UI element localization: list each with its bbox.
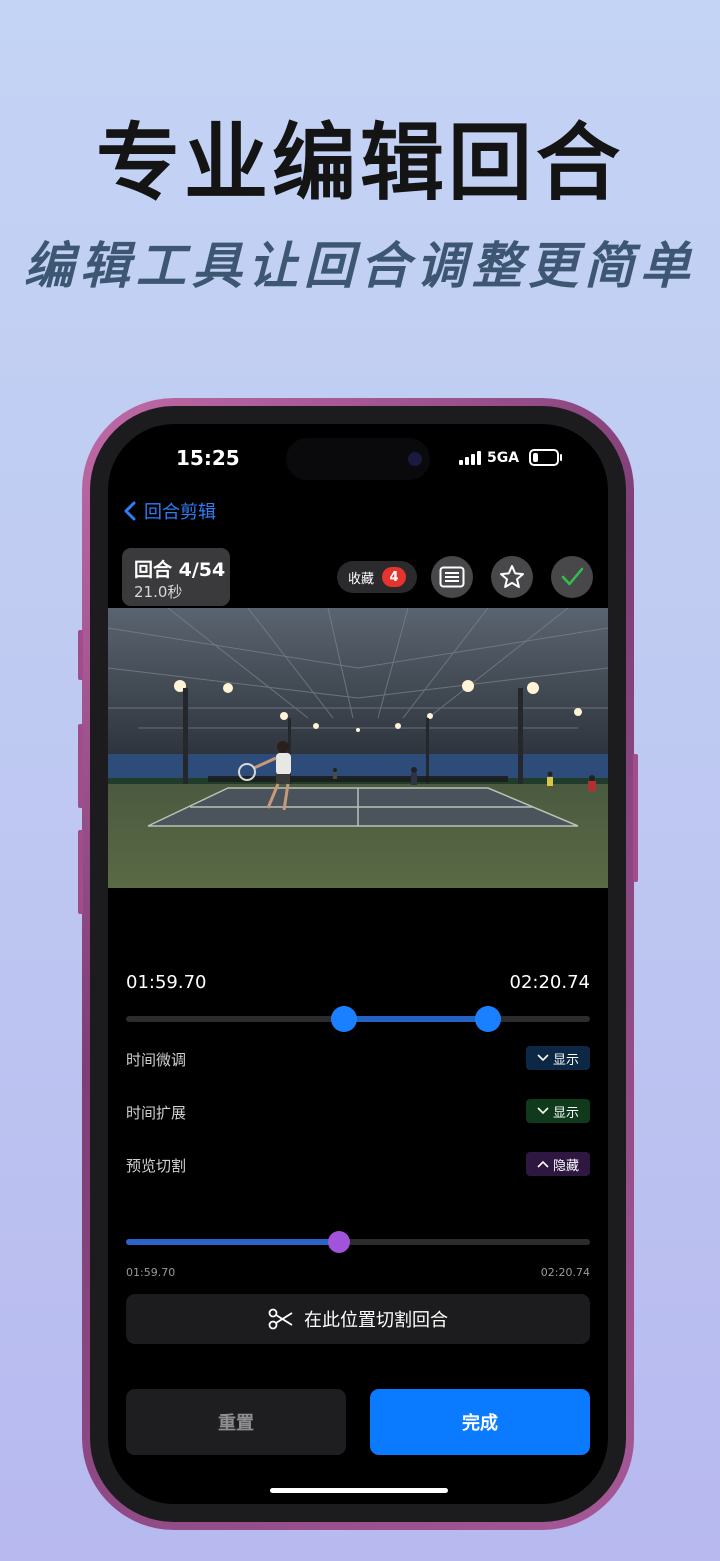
front-camera <box>408 452 422 466</box>
cut-button-label: 在此位置切割回合 <box>304 1310 448 1331</box>
rally-duration: 21.0秒 <box>134 583 183 601</box>
option-row-fine-tune: 时间微调 显示 <box>126 1046 590 1072</box>
preview-cut-handle[interactable] <box>328 1231 351 1253</box>
toggle-label: 隐藏 <box>552 1158 579 1174</box>
list-view-icon <box>439 566 465 588</box>
battery-icon <box>529 449 563 466</box>
option-label: 预览切割 <box>126 1157 187 1175</box>
phone-power-button <box>633 754 638 882</box>
preview-cut-toggle[interactable]: 隐藏 <box>526 1152 590 1176</box>
cellular-signal-icon <box>459 450 481 465</box>
range-end-time: 02:20.74 <box>509 972 591 993</box>
trim-end-handle[interactable] <box>474 1006 501 1032</box>
trim-range-selection <box>344 1016 488 1022</box>
rally-info-badge: 回合 4/54 21.0秒 <box>122 548 230 606</box>
favorites-button[interactable]: 收藏 4 <box>337 561 417 593</box>
checkmark-icon <box>561 567 584 586</box>
confirm-button[interactable] <box>551 556 593 598</box>
preview-end-time: 02:20.74 <box>540 1266 590 1279</box>
home-indicator <box>270 1488 448 1493</box>
trim-range-slider[interactable] <box>126 1006 590 1032</box>
chevron-up-icon <box>537 1160 549 1168</box>
favorite-star-button[interactable] <box>491 556 533 598</box>
list-view-button[interactable] <box>431 556 473 598</box>
promo-subheadline: 编辑工具让回合调整更简单 <box>24 237 696 295</box>
option-row-extend: 时间扩展 显示 <box>126 1099 590 1125</box>
option-label: 时间扩展 <box>126 1104 187 1122</box>
network-type: 5GA <box>487 449 520 466</box>
rally-title: 回合 4/54 <box>134 559 226 581</box>
toggle-label: 显示 <box>552 1052 579 1068</box>
back-button[interactable]: 回合剪辑 <box>124 498 216 524</box>
favorites-label: 收藏 <box>347 571 374 587</box>
promo-headline: 专业编辑回合 <box>95 114 624 212</box>
extend-toggle[interactable]: 显示 <box>526 1099 590 1123</box>
status-indicators: 5GA <box>459 449 563 466</box>
phone-volume-down-button <box>78 830 83 914</box>
scissors-icon <box>268 1308 293 1330</box>
phone-action-button <box>78 630 83 680</box>
chevron-down-icon <box>537 1107 549 1115</box>
phone-volume-up-button <box>78 724 83 808</box>
reset-button[interactable]: 重置 <box>126 1389 346 1455</box>
option-row-preview-cut: 预览切割 隐藏 <box>126 1152 590 1178</box>
toggle-label: 显示 <box>552 1105 579 1121</box>
back-label: 回合剪辑 <box>144 502 216 523</box>
status-time: 15:25 <box>176 446 240 470</box>
fine-tune-toggle[interactable]: 显示 <box>526 1046 590 1070</box>
chevron-down-icon <box>537 1054 549 1062</box>
video-preview[interactable] <box>108 608 608 888</box>
range-start-time: 01:59.70 <box>126 972 207 993</box>
tennis-court-video-frame <box>108 608 608 888</box>
trim-start-handle[interactable] <box>331 1006 358 1032</box>
phone-screen: 15:25 5GA 回合剪辑 回合 4/54 21.0秒 收藏 4 01:59.… <box>108 424 608 1504</box>
preview-progress <box>126 1239 340 1245</box>
option-label: 时间微调 <box>126 1051 187 1069</box>
phone-frame: 15:25 5GA 回合剪辑 回合 4/54 21.0秒 收藏 4 01:59.… <box>78 398 638 1530</box>
done-button[interactable]: 完成 <box>370 1389 590 1455</box>
preview-start-time: 01:59.70 <box>126 1266 176 1279</box>
cut-rally-button[interactable]: 在此位置切割回合 <box>126 1294 590 1344</box>
preview-cut-slider[interactable] <box>126 1231 590 1253</box>
chevron-left-icon <box>124 501 136 521</box>
favorites-count-badge: 4 <box>382 567 406 587</box>
star-icon <box>500 565 524 588</box>
